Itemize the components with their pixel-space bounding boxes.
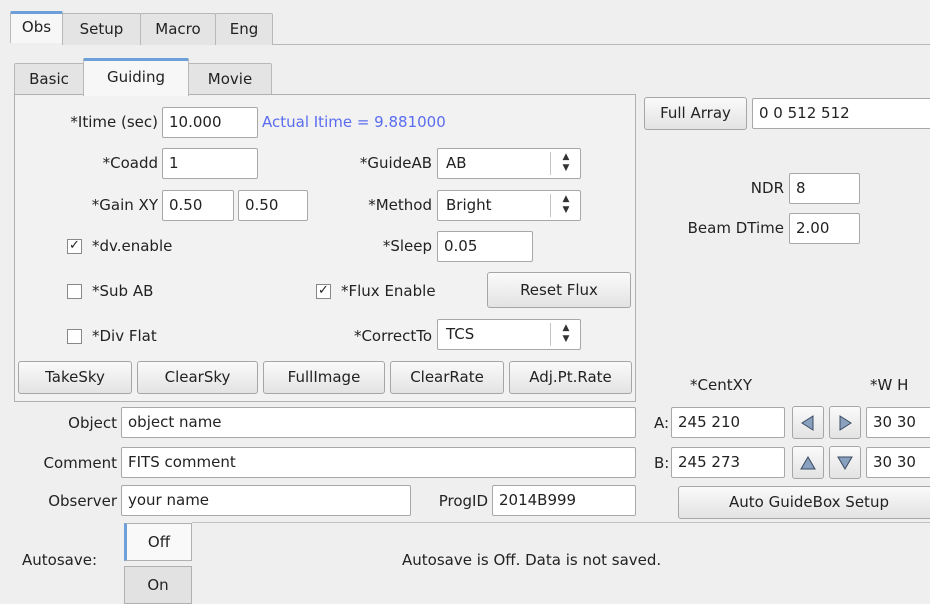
- tab-macro[interactable]: Macro: [140, 13, 216, 45]
- itime-label: *Itime (sec): [70, 113, 158, 131]
- reset-flux-button[interactable]: Reset Flux: [487, 272, 631, 308]
- tab-movie[interactable]: Movie: [188, 63, 272, 95]
- correctto-label: *CorrectTo: [353, 327, 432, 345]
- tab-obs[interactable]: Obs: [10, 11, 63, 43]
- comment-label: Comment: [43, 454, 118, 472]
- guideab-select[interactable]: AB ▲ ▼: [437, 148, 581, 179]
- updown-icon: ▲ ▼: [562, 323, 570, 344]
- beam-dtime-input[interactable]: 2.00: [789, 213, 860, 244]
- full-array-input[interactable]: 0 0 512 512: [752, 98, 930, 129]
- method-label: *Method: [368, 196, 432, 214]
- progid-label: ProgID: [438, 492, 488, 510]
- autosave-on-button[interactable]: On: [124, 566, 192, 604]
- wh-label: *W H: [870, 376, 909, 394]
- div-flat-checkbox[interactable]: [67, 329, 82, 344]
- autosave-off-button[interactable]: Off: [124, 523, 192, 561]
- object-input[interactable]: object name: [121, 407, 636, 438]
- up-arrow-button[interactable]: [792, 446, 824, 479]
- autosave-label: Autosave:: [22, 551, 97, 569]
- itime-input[interactable]: 10.000: [162, 107, 258, 138]
- clear-sky-button[interactable]: ClearSky: [137, 361, 258, 394]
- flux-enable-label: *Flux Enable: [341, 282, 436, 300]
- tab-bar-divider: [273, 44, 930, 45]
- object-label: Object: [68, 414, 117, 432]
- guidebox-b-label: B:: [654, 454, 670, 472]
- coadd-input[interactable]: 1: [162, 148, 258, 179]
- left-arrow-icon: [801, 415, 814, 431]
- dv-enable-checkbox[interactable]: ✓: [67, 239, 82, 254]
- autosave-divider: [192, 522, 930, 523]
- left-arrow-button[interactable]: [792, 406, 824, 439]
- tab-basic[interactable]: Basic: [14, 63, 84, 95]
- guidebox-b-cent-input[interactable]: 245 273: [671, 447, 785, 478]
- guideab-value: AB: [446, 154, 467, 172]
- right-arrow-icon: [839, 415, 852, 431]
- down-arrow-button[interactable]: [829, 446, 861, 479]
- sub-ab-checkbox[interactable]: [67, 284, 82, 299]
- ndr-label: NDR: [750, 179, 784, 197]
- sub-ab-label: *Sub AB: [92, 282, 154, 300]
- gain-label: *Gain XY: [91, 196, 158, 214]
- down-arrow-icon: [837, 456, 853, 470]
- sleep-label: *Sleep: [382, 237, 432, 255]
- beam-dtime-label: Beam DTime: [687, 219, 784, 237]
- guidebox-a-cent-input[interactable]: 245 210: [671, 407, 785, 438]
- guidebox-b-wh-input[interactable]: 30 30: [866, 447, 930, 478]
- clear-rate-button[interactable]: ClearRate: [390, 361, 504, 394]
- dv-enable-label: *dv.enable: [92, 237, 173, 255]
- sleep-input[interactable]: 0.05: [437, 231, 533, 262]
- full-image-button[interactable]: FullImage: [263, 361, 385, 394]
- updown-icon: ▲ ▼: [562, 194, 570, 215]
- auto-guidebox-setup-button[interactable]: Auto GuideBox Setup: [678, 486, 930, 519]
- correctto-select[interactable]: TCS ▲ ▼: [437, 319, 581, 350]
- autosave-status-text: Autosave is Off. Data is not saved.: [402, 551, 662, 569]
- gain-y-input[interactable]: 0.50: [238, 190, 308, 221]
- centxy-label: *CentXY: [690, 376, 753, 394]
- observer-input[interactable]: your name: [121, 485, 411, 516]
- method-select[interactable]: Bright ▲ ▼: [437, 190, 581, 221]
- guidebox-a-wh-input[interactable]: 30 30: [866, 407, 930, 438]
- actual-itime-text: Actual Itime = 9.881000: [262, 113, 446, 131]
- tab-setup[interactable]: Setup: [62, 13, 141, 45]
- div-flat-label: *Div Flat: [92, 327, 157, 345]
- progid-input[interactable]: 2014B999: [492, 485, 636, 516]
- guideab-label: *GuideAB: [359, 154, 432, 172]
- comment-input[interactable]: FITS comment: [121, 447, 636, 478]
- ndr-input[interactable]: 8: [789, 173, 860, 204]
- full-array-button[interactable]: Full Array: [644, 97, 747, 130]
- guidebox-a-label: A:: [654, 414, 670, 432]
- coadd-label: *Coadd: [102, 154, 158, 172]
- tab-eng[interactable]: Eng: [215, 13, 273, 45]
- right-arrow-button[interactable]: [829, 406, 861, 439]
- correctto-value: TCS: [446, 325, 475, 343]
- take-sky-button[interactable]: TakeSky: [18, 361, 132, 394]
- gain-x-input[interactable]: 0.50: [162, 190, 234, 221]
- observer-label: Observer: [48, 492, 117, 510]
- flux-enable-checkbox[interactable]: ✓: [316, 284, 331, 299]
- tab-guiding[interactable]: Guiding: [83, 58, 189, 96]
- updown-icon: ▲ ▼: [562, 152, 570, 173]
- up-arrow-icon: [800, 456, 816, 470]
- adj-pt-rate-button[interactable]: Adj.Pt.Rate: [509, 361, 632, 394]
- method-value: Bright: [446, 196, 492, 214]
